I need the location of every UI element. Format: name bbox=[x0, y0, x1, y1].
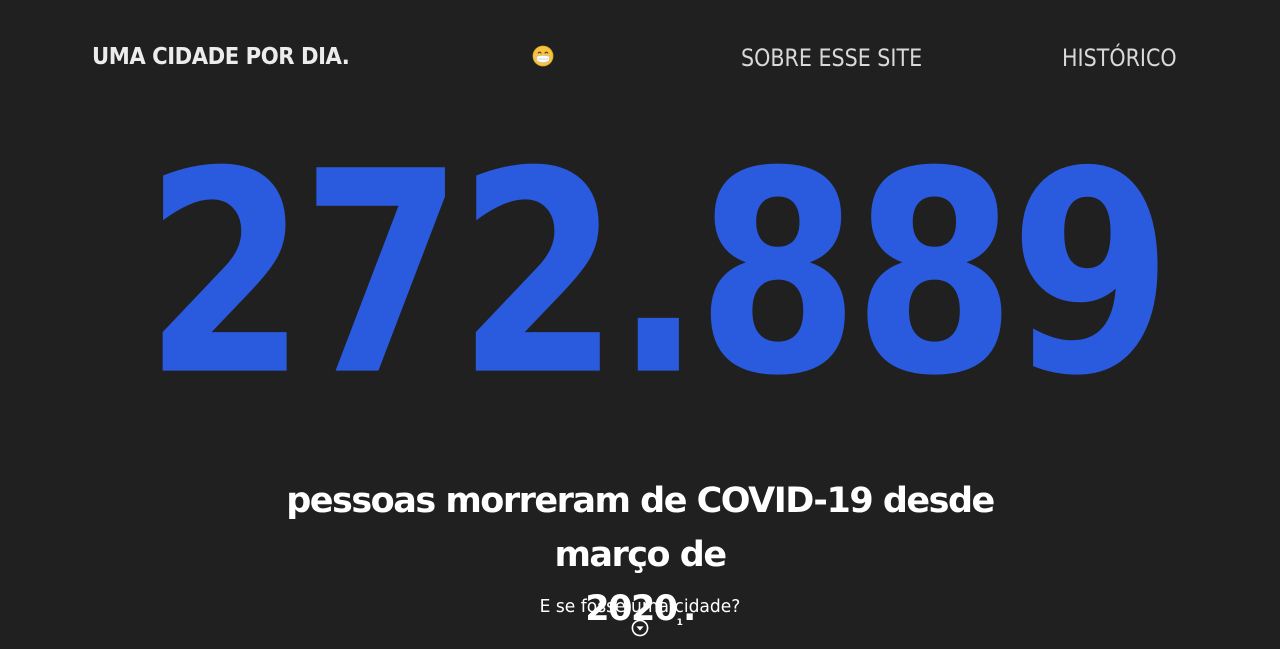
face-with-medical-mask-icon bbox=[532, 45, 554, 67]
death-counter-value: 272.889 bbox=[144, 112, 1172, 437]
chevron-down-circle-icon[interactable] bbox=[631, 619, 649, 637]
page: UMA CIDADE POR DIA. SOBRE ESSE SITE HIST… bbox=[0, 0, 1280, 649]
nav-about-link[interactable]: SOBRE ESSE SITE bbox=[741, 44, 922, 72]
nav-history-link[interactable]: HISTÓRICO bbox=[1062, 44, 1177, 72]
caption-line-1: pessoas morreram de COVID-19 desde março… bbox=[286, 481, 995, 575]
city-comparison-cta[interactable]: E se fosse uma cidade? bbox=[440, 596, 840, 637]
site-brand-link[interactable]: UMA CIDADE POR DIA. bbox=[92, 44, 350, 70]
cta-label[interactable]: E se fosse uma cidade? bbox=[450, 596, 830, 617]
top-nav: UMA CIDADE POR DIA. SOBRE ESSE SITE HIST… bbox=[0, 0, 1280, 120]
death-counter: 272.889 bbox=[0, 112, 1280, 437]
